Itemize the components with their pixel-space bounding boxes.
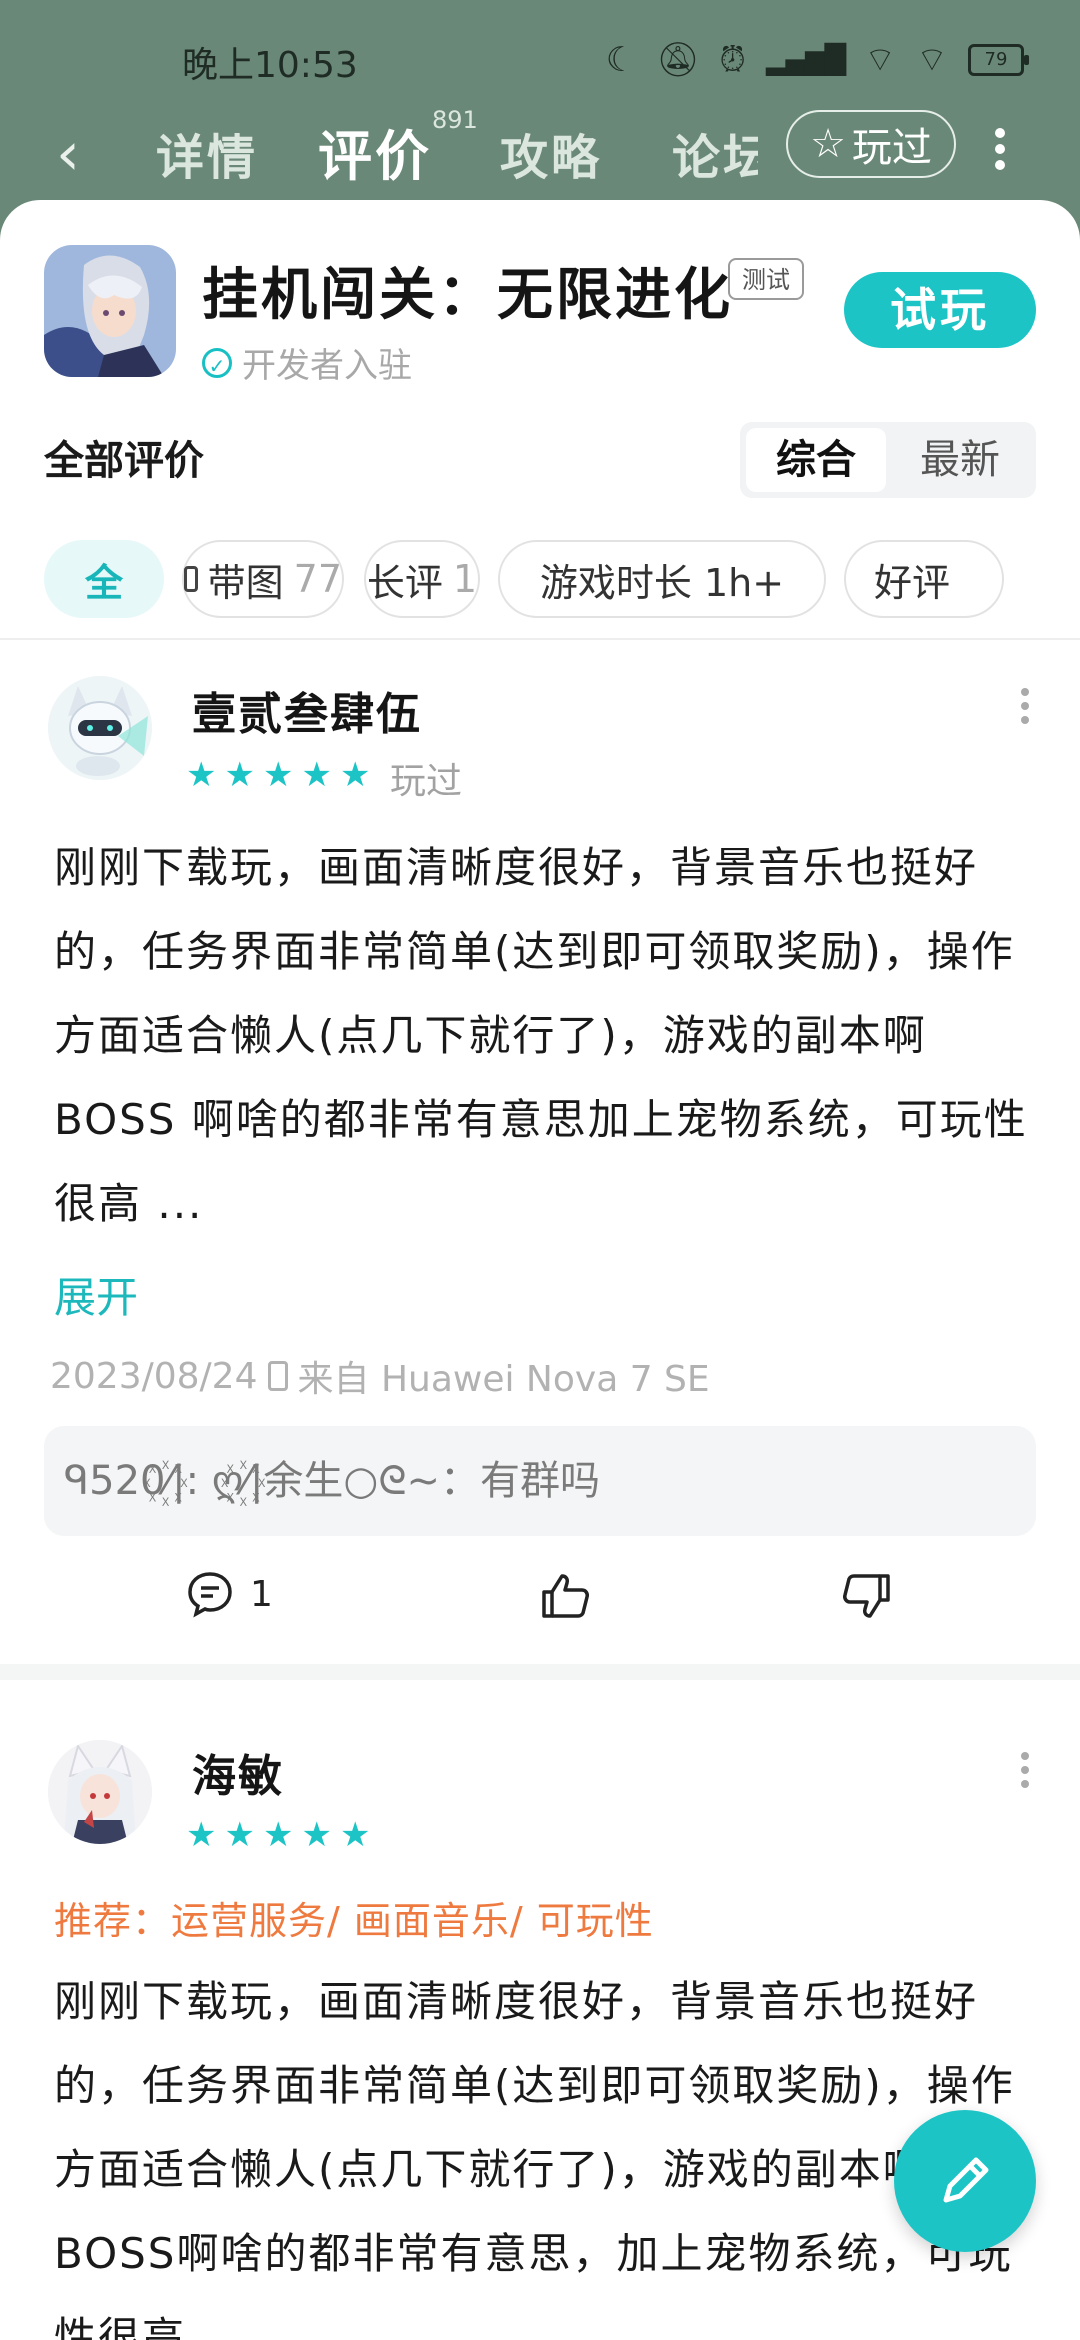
image-icon bbox=[184, 566, 198, 592]
avatar[interactable] bbox=[48, 1740, 152, 1844]
star-icon: ★ bbox=[301, 1815, 332, 1855]
comment-count: 1 bbox=[250, 1573, 273, 1615]
star-icon: ★ bbox=[339, 755, 371, 795]
sort-toggle: 综合 最新 bbox=[740, 422, 1036, 498]
filter-chip-positive[interactable]: 好评 bbox=[844, 540, 1004, 618]
app-icon[interactable] bbox=[44, 245, 176, 377]
wifi-icon: ⌔ bbox=[916, 40, 948, 80]
filter-chip-count: 77 bbox=[293, 557, 342, 601]
tab-details[interactable]: 详情 bbox=[156, 118, 258, 188]
star-icon: ★ bbox=[186, 755, 217, 795]
section-divider bbox=[0, 638, 1080, 640]
played-tag: 玩过 bbox=[390, 761, 463, 802]
back-arrow-icon[interactable]: ‹ bbox=[56, 124, 80, 184]
filter-chip-playtime[interactable]: 游戏时长 1h+ bbox=[498, 540, 826, 618]
verified-check-icon: ✓ bbox=[202, 347, 232, 378]
tab-forum[interactable]: 论坛 bbox=[672, 118, 758, 188]
played-button[interactable]: ☆ 玩过 bbox=[786, 110, 956, 178]
review-username[interactable]: 海敏 bbox=[192, 1740, 284, 1804]
status-bar: 晚上10:53 ☾ 🔕︎ ⏰︎ ▂▄▆█ ⌔ ⌔ 79 bbox=[0, 0, 1080, 120]
review-date: 2023/08/24 bbox=[50, 1355, 258, 1397]
developer-row: ✓ 开发者入驻 bbox=[202, 338, 412, 387]
filter-chip-label: 带图 bbox=[207, 560, 284, 605]
write-review-button[interactable] bbox=[894, 2110, 1036, 2252]
comment-button[interactable]: 1 bbox=[186, 1570, 273, 1618]
all-reviews-label: 全部评价 bbox=[44, 438, 204, 484]
star-icon: ★ bbox=[224, 1815, 255, 1855]
filter-chip-label: 好评 bbox=[874, 560, 951, 605]
review-meta: 2023/08/24 来自 Huawei Nova 7 SE bbox=[50, 1350, 710, 1402]
review-actions: 1 bbox=[0, 1570, 1080, 1650]
filter-chip-with-images[interactable]: 带图 77 bbox=[182, 540, 344, 618]
status-time: 晚上10:53 bbox=[182, 45, 358, 86]
filter-chip-label: 游戏时长 1h+ bbox=[539, 560, 785, 605]
developer-label: 开发者入驻 bbox=[242, 346, 412, 386]
review-text: 刚刚下载玩，画面清晰度很好，背景音乐也挺好的，任务界面非常简单(达到即可领取奖励… bbox=[54, 843, 1028, 1228]
star-icon: ★ bbox=[262, 755, 294, 795]
avatar[interactable] bbox=[48, 676, 152, 780]
filter-chip-all[interactable]: 全 bbox=[44, 540, 164, 618]
phone-icon bbox=[267, 1361, 288, 1391]
top-navigation: ‹ 详情 评价 891 攻略 论坛 ☆ 玩过 bbox=[0, 106, 1080, 200]
test-badge: 测试 bbox=[728, 258, 804, 300]
tab-reviews[interactable]: 评价 bbox=[318, 112, 432, 191]
expand-link[interactable]: 展开 bbox=[54, 1264, 138, 1325]
moon-icon: ☾ bbox=[605, 39, 637, 80]
filter-chip-long-review[interactable]: 长评 1 bbox=[364, 540, 480, 618]
star-icon: ★ bbox=[339, 1815, 371, 1855]
sort-option-latest[interactable]: 最新 bbox=[890, 428, 1030, 492]
review-separator bbox=[0, 1664, 1080, 1680]
star-icon: ★ bbox=[186, 1815, 217, 1855]
wifi-plus-icon: ⌔ bbox=[864, 40, 897, 80]
filter-chip-count: 1 bbox=[452, 557, 478, 601]
bell-off-icon: 🔕︎ bbox=[656, 39, 700, 80]
battery-icon: 79 bbox=[968, 43, 1029, 76]
tab-reviews-count: 891 bbox=[432, 106, 478, 134]
star-icon: ★ bbox=[262, 1815, 294, 1855]
star-icon: ★ bbox=[301, 755, 332, 795]
sort-option-overall[interactable]: 综合 bbox=[746, 428, 886, 492]
rating-stars: ★ ★ ★ ★ ★ bbox=[186, 1818, 370, 1852]
app-title: 挂机闯关：无限进化 bbox=[202, 263, 733, 328]
star-icon: ★ bbox=[224, 755, 255, 795]
filter-chip-label: 全 bbox=[84, 560, 123, 605]
filter-chips: 全 带图 77 长评 1 游戏时长 1h+ 好评 bbox=[44, 540, 1080, 620]
reply-preview[interactable]: ᑫ520꙰⁄|: ღ꙰⁄|余生○ᘓ~：有群吗 bbox=[44, 1426, 1036, 1536]
like-button[interactable] bbox=[540, 1570, 592, 1622]
comment-icon bbox=[188, 1572, 232, 1618]
star-outline-icon: ☆ bbox=[810, 121, 846, 167]
alarm-icon: ⏰︎ bbox=[719, 39, 746, 80]
dislike-button[interactable] bbox=[840, 1570, 892, 1622]
status-icons: ☾ 🔕︎ ⏰︎ ▂▄▆█ ⌔ ⌔ 79 bbox=[605, 38, 1029, 81]
thumbs-down-icon bbox=[843, 1574, 890, 1618]
filter-chip-label: 长评 bbox=[366, 560, 443, 605]
rating-stars: ★ ★ ★ ★ ★ bbox=[186, 758, 370, 792]
review-username[interactable]: 壹贰叁肆伍 bbox=[192, 678, 422, 742]
more-options-icon[interactable] bbox=[992, 122, 1008, 176]
played-button-label: 玩过 bbox=[851, 125, 932, 171]
try-play-button[interactable]: 试玩 bbox=[844, 272, 1036, 348]
signal-icon: ▂▄▆█ bbox=[765, 43, 846, 76]
thumbs-up-icon bbox=[542, 1574, 589, 1618]
review-device: 来自 Huawei Nova 7 SE bbox=[297, 1359, 710, 1400]
tab-guides[interactable]: 攻略 bbox=[500, 118, 602, 188]
pencil-icon bbox=[943, 2157, 989, 2203]
review-more-icon[interactable] bbox=[1020, 682, 1030, 730]
content-sheet: 挂机闯关：无限进化 测试 ✓ 开发者入驻 试玩 全部评价 综合 最新 全 带图 … bbox=[0, 200, 1080, 2340]
review-text: 刚刚下载玩，画面清晰度很好，背景音乐也挺好的，任务界面非常简单(达到即可领取奖励… bbox=[54, 1977, 1015, 2340]
review-more-icon[interactable] bbox=[1020, 1746, 1030, 1794]
recommend-tags: 推荐：运营服务/ 画面音乐/ 可玩性 bbox=[54, 1899, 654, 1943]
